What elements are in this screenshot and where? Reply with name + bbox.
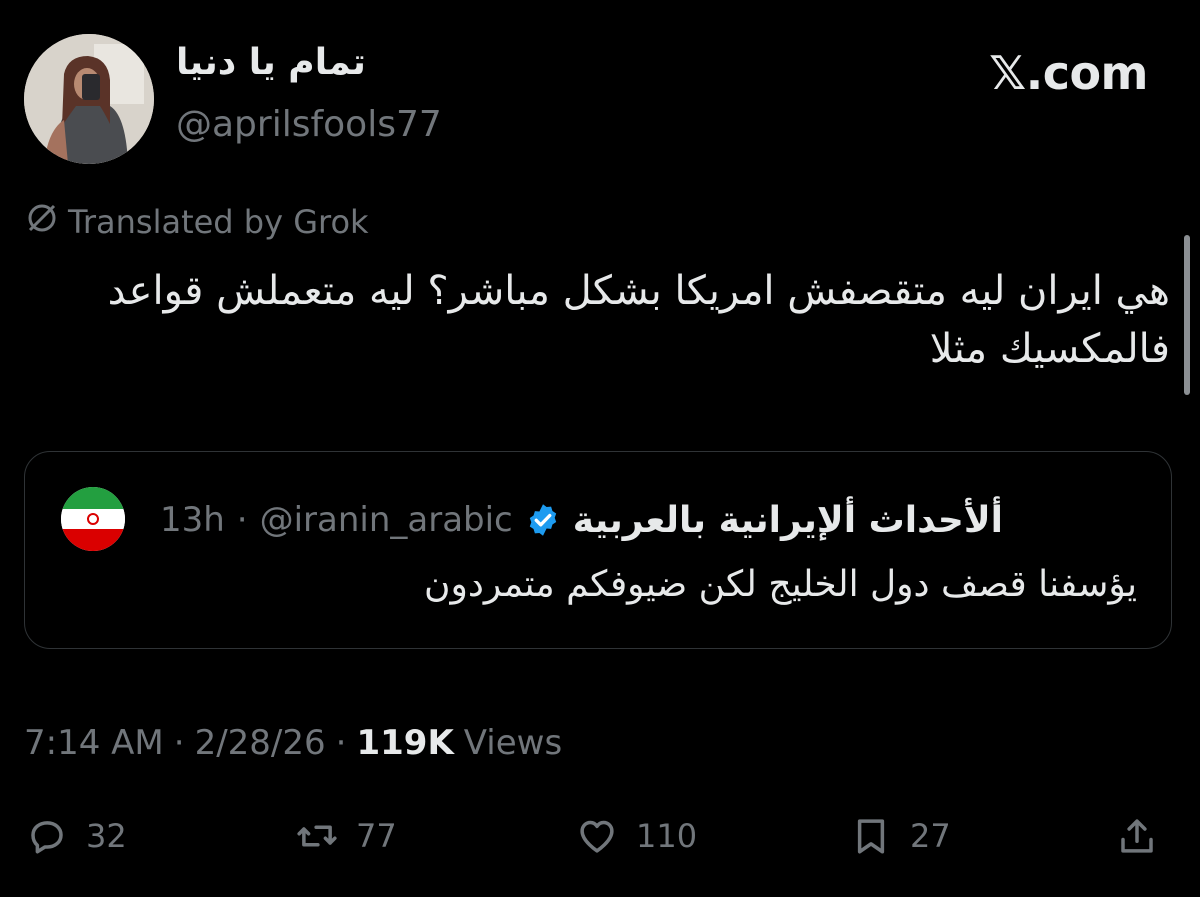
quoted-tweet-text: يؤسفنا قصف دول الخليج لكن ضيوفكم متمردون: [424, 564, 1137, 605]
tweet-time[interactable]: 7:14 AM: [24, 723, 164, 763]
translation-note[interactable]: Translated by Grok: [24, 200, 369, 244]
action-bar: 32 77 110 27: [24, 808, 1176, 864]
author-handle[interactable]: @aprilsfools77: [176, 104, 442, 145]
quoted-tweet-card[interactable]: ألأحداث ألإيرانية بالعربية @iranin_arabi…: [24, 451, 1172, 649]
avatar-image: [24, 34, 154, 164]
share-icon: [1116, 815, 1158, 857]
heart-icon: [576, 815, 618, 857]
quoted-author-handle[interactable]: @iranin_arabic: [260, 500, 513, 540]
bookmark-count: 27: [910, 817, 951, 855]
meta-separator: ·: [173, 723, 185, 763]
like-count: 110: [636, 817, 698, 855]
reply-button[interactable]: 32: [26, 808, 127, 864]
quoted-timestamp[interactable]: 13h: [160, 500, 225, 540]
author-avatar[interactable]: [24, 34, 154, 164]
verified-badge-icon: [525, 502, 561, 538]
repost-icon: [296, 815, 338, 857]
repost-count: 77: [356, 817, 397, 855]
reply-count: 32: [86, 817, 127, 855]
tweet-meta: 7:14 AM · 2/28/26 · 119K Views: [24, 718, 562, 768]
brand-logo-text: 𝕏.com: [989, 46, 1148, 100]
bookmark-button[interactable]: 27: [850, 808, 951, 864]
scrollbar[interactable]: [1184, 235, 1190, 395]
quoted-separator: ·: [236, 500, 248, 540]
views-label[interactable]: Views: [464, 723, 562, 763]
quoted-author-name[interactable]: ألأحداث ألإيرانية بالعربية: [573, 500, 1003, 541]
reply-icon: [26, 815, 68, 857]
quoted-tweet-header: ألأحداث ألإيرانية بالعربية @iranin_arabi…: [160, 490, 1003, 550]
share-button[interactable]: [1116, 808, 1158, 864]
views-count[interactable]: 119K: [356, 723, 453, 763]
iran-flag-icon: [61, 487, 125, 551]
author-display-name[interactable]: تمام يا دنيا: [176, 42, 366, 83]
tweet-date[interactable]: 2/28/26: [195, 723, 326, 763]
meta-separator: ·: [335, 723, 347, 763]
translate-icon: [24, 200, 60, 244]
repost-button[interactable]: 77: [296, 808, 397, 864]
tweet-text: هي ايران ليه متقصفش امريكا بشكل مباشر؟ ل…: [107, 268, 1170, 372]
like-button[interactable]: 110: [576, 808, 697, 864]
bookmark-icon: [850, 815, 892, 857]
translation-label: Translated by Grok: [68, 203, 369, 241]
